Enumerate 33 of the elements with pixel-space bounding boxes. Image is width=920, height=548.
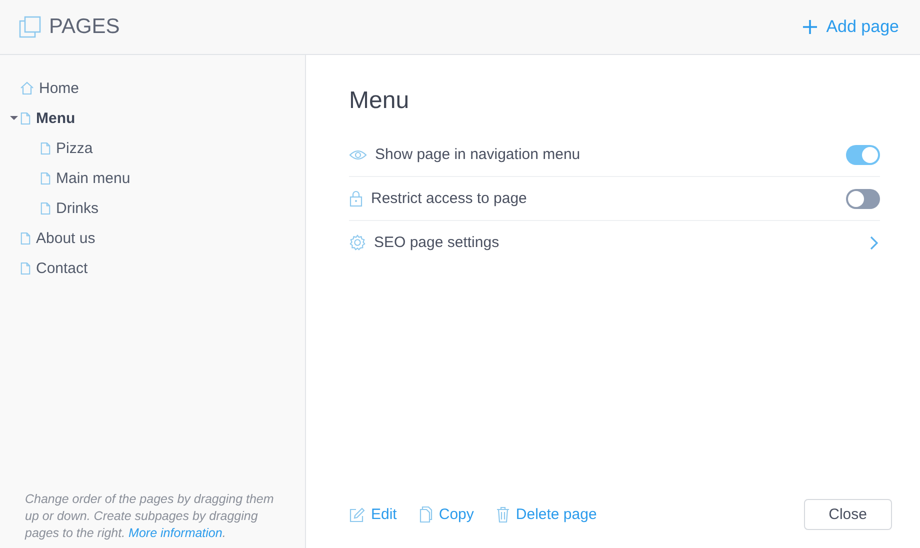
toggle-switch[interactable] [846, 188, 880, 208]
gear-icon [349, 234, 366, 251]
page-icon [40, 202, 51, 214]
page-icon [40, 142, 51, 154]
caret-icon[interactable] [10, 114, 18, 122]
pages-icon [19, 16, 41, 38]
page-icon [20, 112, 31, 124]
page-item[interactable]: Menu [20, 110, 76, 126]
close-button[interactable]: Close [804, 499, 892, 530]
page-item[interactable]: About us [20, 230, 96, 246]
lock-icon [349, 190, 363, 207]
setting-label: Restrict access to page [371, 190, 528, 207]
page-title: Menu [349, 87, 410, 115]
setting-label: Show page in navigation menu [375, 146, 582, 163]
page-item[interactable]: Main menu [40, 170, 130, 186]
copy-icon [418, 506, 433, 523]
page-icon [20, 262, 31, 274]
panel-title: PAGES [49, 15, 120, 39]
page-item[interactable]: Drinks [40, 200, 99, 216]
setting-label: SEO page settings [374, 234, 500, 251]
chevron-right-icon[interactable] [870, 236, 878, 250]
page-item[interactable]: Pizza [40, 140, 93, 156]
plus-icon [802, 19, 818, 35]
toggle-switch[interactable] [846, 144, 880, 164]
page-item[interactable]: Contact [20, 260, 88, 276]
eye-icon [349, 148, 367, 160]
home-icon [20, 81, 34, 95]
page-item[interactable]: Home [20, 80, 80, 96]
hint-text: Change order of the pages by dragging them up or down. Create subpages by dragging pages to the right. More information. [24, 491, 275, 542]
page-icon [20, 232, 31, 244]
edit-icon [349, 506, 365, 522]
page-icon [40, 172, 51, 184]
trash-icon [496, 506, 510, 523]
